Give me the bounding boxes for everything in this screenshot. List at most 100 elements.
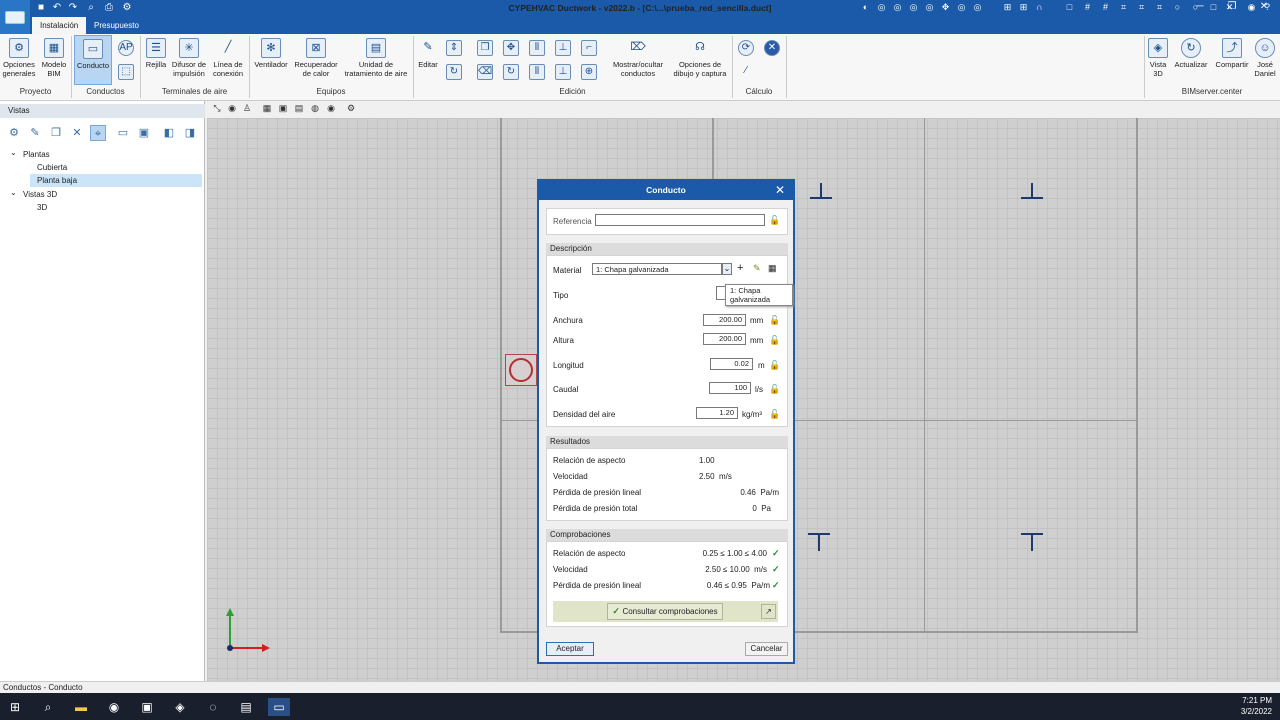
snap-icon[interactable]: ⊞ [1002, 2, 1013, 13]
calculate-icon[interactable]: ⟳ [738, 40, 754, 56]
linea-conexion-button[interactable]: ╱ Línea de conexión [210, 38, 246, 78]
opciones-dibujo-button[interactable]: ☊ Opciones de dibujo y captura [670, 38, 730, 78]
eye-icon[interactable]: ◉ [226, 103, 238, 114]
chevron-down-icon[interactable]: ⌄ [10, 148, 17, 157]
lock-icon[interactable]: 🔓 [769, 360, 780, 371]
tree-item-vistas-3d[interactable]: Vistas 3D [23, 188, 57, 201]
align-icon[interactable]: ⊥ [555, 64, 571, 80]
mirror-icon[interactable]: ⫴ [529, 40, 545, 56]
altura-input[interactable]: 200.00 [703, 333, 746, 345]
file-explorer-icon[interactable]: ▬ [72, 698, 90, 716]
move-icon[interactable]: ⇕ [446, 40, 462, 56]
editar-button[interactable]: ✎ Editar [416, 38, 440, 69]
lock-icon[interactable]: 🔓 [769, 384, 780, 395]
vista-3d-button[interactable]: ◈ Vista 3D [1146, 38, 1170, 78]
search-icon[interactable]: ⌕ [39, 698, 57, 716]
mirror-icon[interactable]: ⫴ [529, 64, 545, 80]
select-view-icon[interactable]: ⌖ [90, 125, 106, 141]
magnet-icon[interactable]: ∩ [1034, 2, 1045, 13]
densidad-input[interactable]: 1.20 [696, 407, 738, 419]
grid-icon[interactable]: # [1100, 2, 1111, 13]
app-icon[interactable]: ▣ [138, 698, 156, 716]
person-icon[interactable]: ♙ [241, 103, 253, 114]
ap-icon[interactable]: AP [118, 40, 134, 56]
view-tool-icon[interactable]: ◎ [956, 2, 967, 13]
pan-icon[interactable]: ✥ [940, 2, 951, 13]
rejilla-button[interactable]: ☰ Rejilla [143, 38, 169, 69]
grille-symbol[interactable] [810, 183, 832, 199]
unidad-tratamiento-button[interactable]: ▤ Unidad de tratamiento de aire [342, 38, 410, 78]
app-icon[interactable]: ▤ [237, 698, 255, 716]
expand-icon[interactable]: ↗ [761, 604, 776, 619]
split-icon[interactable]: ⊕ [581, 64, 597, 80]
layer-icon[interactable]: ▣ [277, 103, 289, 114]
rotate-icon[interactable]: ↻ [446, 64, 462, 80]
grille-symbol[interactable] [1021, 183, 1043, 199]
move-arrows-icon[interactable]: ✥ [503, 40, 519, 56]
tree-item-plantas[interactable]: Plantas [23, 148, 50, 161]
book-icon[interactable]: ◨ [182, 125, 198, 141]
lock-icon[interactable]: 🔓 [769, 215, 780, 226]
chevron-down-icon[interactable]: ⌄ [722, 263, 732, 275]
recuperador-button[interactable]: ⊠ Recuperador de calor [292, 38, 340, 78]
pencil-icon[interactable]: ✎ [753, 263, 761, 274]
view-tool-icon[interactable]: ◎ [924, 2, 935, 13]
difusor-button[interactable]: ✳ Difusor de impulsión [170, 38, 208, 78]
cypehvac-taskbar-icon[interactable]: ▭ [268, 698, 290, 716]
image-icon[interactable]: ▣ [136, 125, 152, 141]
align-icon[interactable]: ⊥ [555, 40, 571, 56]
layer-icon[interactable]: ▦ [261, 103, 273, 114]
layer-icon[interactable]: ▤ [293, 103, 305, 114]
tool-icon[interactable]: ⌗ [1118, 2, 1129, 13]
save-icon[interactable]: ■ [34, 2, 48, 13]
layer-icon[interactable]: ◍ [309, 103, 321, 114]
wand-icon[interactable]: ⁄ [738, 64, 754, 80]
longitud-input[interactable]: 0.02 [710, 358, 753, 370]
folder-icon[interactable]: ▭ [115, 125, 131, 141]
grid-icon[interactable]: # [1082, 2, 1093, 13]
opciones-generales-button[interactable]: ⚙ Opciones generales [2, 38, 36, 78]
settings-icon[interactable]: ⚙ [120, 2, 134, 13]
anchura-input[interactable]: 200.00 [703, 314, 746, 326]
consultar-comprobaciones-button[interactable]: ✓ Consultar comprobaciones [607, 603, 723, 620]
settings-icon[interactable]: ⚙ [345, 103, 357, 114]
visibility-icon[interactable]: ◉ [325, 103, 337, 114]
tool-icon[interactable]: ○ [1172, 2, 1183, 13]
brush-icon[interactable]: ⌐ [581, 40, 597, 56]
fan-symbol[interactable] [505, 354, 537, 386]
view-tool-icon[interactable]: ◎ [876, 2, 887, 13]
plus-icon[interactable]: + [737, 262, 743, 274]
lock-icon[interactable]: 🔓 [769, 315, 780, 326]
close-icon[interactable]: ✕ [775, 183, 785, 197]
add-view-icon[interactable]: ⚙ [6, 125, 22, 141]
cursor-icon[interactable]: ⤡ [211, 103, 223, 114]
conducto-button[interactable]: ▭ Conducto [74, 35, 112, 85]
duct-tool-icon[interactable]: ⬚ [118, 64, 134, 80]
chrome-icon[interactable]: ◉ [105, 698, 123, 716]
edit-view-icon[interactable]: ✎ [27, 125, 43, 141]
modelo-bim-button[interactable]: ▦ Modelo BIM [38, 38, 70, 78]
tree-item-cubierta[interactable]: Cubierta [37, 161, 67, 174]
grille-symbol[interactable] [808, 533, 830, 551]
view-tool-icon[interactable]: ◎ [908, 2, 919, 13]
caudal-input[interactable]: 100 [709, 382, 751, 394]
compartir-button[interactable]: ⤴ Compartir [1212, 38, 1252, 69]
print-icon[interactable]: ⎙ [102, 2, 116, 13]
view-tool-icon[interactable]: ◎ [892, 2, 903, 13]
zoom-icon[interactable]: ⌕ [84, 2, 98, 13]
actualizar-button[interactable]: ↻ Actualizar [1172, 38, 1210, 69]
table-icon[interactable]: ▦ [768, 263, 777, 274]
copy-view-icon[interactable]: ❐ [48, 125, 64, 141]
cancel-calc-icon[interactable]: ✕ [764, 40, 780, 56]
erase-icon[interactable]: ⌫ [477, 64, 493, 80]
select-icon[interactable]: □ [1064, 2, 1075, 13]
book-icon[interactable]: ◧ [161, 125, 177, 141]
close-button[interactable]: ✕ [1250, 1, 1278, 12]
copy-icon[interactable]: ❐ [477, 40, 493, 56]
material-select[interactable]: 1: Chapa galvanizada [592, 263, 722, 275]
mostrar-ocultar-button[interactable]: ⌦ Mostrar/ocultar conductos [606, 38, 670, 78]
aceptar-button[interactable]: Aceptar [546, 642, 594, 656]
snap-icon[interactable]: ⊞ [1018, 2, 1029, 13]
lock-icon[interactable]: 🔓 [769, 335, 780, 346]
minimize-button[interactable]: ─ [1186, 1, 1214, 12]
